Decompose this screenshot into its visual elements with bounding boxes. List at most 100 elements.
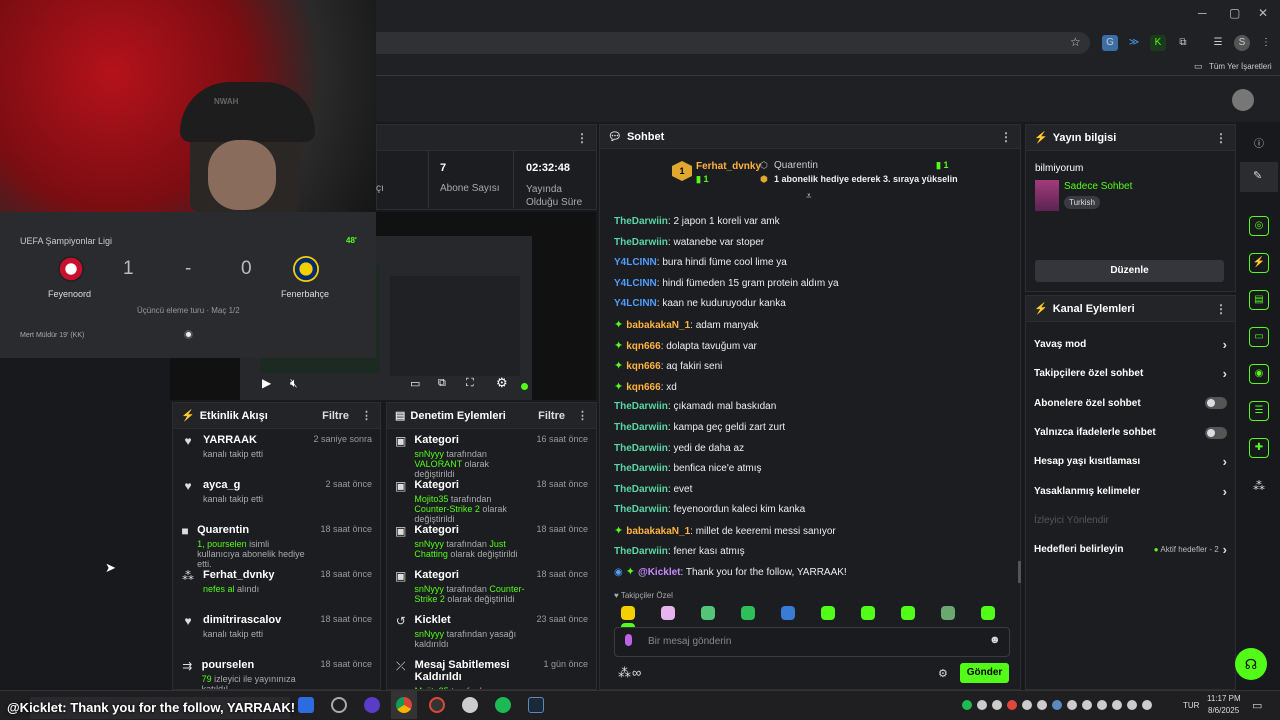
taskbar-steam-icon[interactable] (528, 697, 544, 713)
pencil-icon[interactable]: ✎ (1253, 169, 1262, 182)
emote-icon[interactable] (741, 606, 755, 620)
clock-time[interactable]: 11:17 PM (1207, 694, 1241, 703)
filter-button[interactable]: Filtre (322, 410, 349, 422)
moderation-item[interactable]: ▣ Kategori snNyyy tarafından VALORANT olar… (387, 429, 596, 479)
chat-message[interactable]: Y4LCINN: bura hindi füme cool lime ya (600, 253, 1020, 274)
chat-username[interactable]: TheDarwiin (614, 422, 668, 433)
moderator-name[interactable]: snNyyy (414, 449, 444, 459)
collapse-chevron-icon[interactable]: ⩡ (806, 191, 812, 202)
chat-input[interactable]: Bir mesaj gönderin ☻ (614, 627, 1010, 657)
kick-extension-icon[interactable]: K (1150, 35, 1166, 51)
emote-icon[interactable] (861, 606, 875, 620)
channel-action-item[interactable]: Yasaklanmış kelimeler › (1026, 476, 1235, 505)
layout-icon[interactable]: ☰ (1249, 401, 1269, 421)
chat-username[interactable]: kqn666 (626, 382, 660, 393)
chat-message[interactable]: TheDarwiin: çıkamadı mal baskıdan (600, 397, 1020, 418)
translate-extension-icon[interactable]: G (1102, 35, 1118, 51)
tray-icon[interactable] (1142, 700, 1152, 710)
tray-icon[interactable] (1112, 700, 1122, 710)
notes-icon[interactable]: ▤ (1249, 290, 1269, 310)
browser-menu-icon[interactable]: ⋮ (1258, 35, 1274, 51)
tray-icon[interactable] (1067, 700, 1077, 710)
emote-icon[interactable] (701, 606, 715, 620)
filter-button[interactable]: Filtre (538, 410, 565, 422)
activity-item[interactable]: ♥ ayca_g kanalı takip etti 2 saat önce (173, 474, 380, 519)
extension-icon[interactable]: ≫ (1126, 35, 1142, 51)
maximize-icon[interactable]: ▢ (1229, 6, 1240, 20)
reading-list-icon[interactable]: ☰ (1210, 35, 1226, 51)
edit-button[interactable]: Düzenle (1035, 260, 1224, 282)
more-options-icon[interactable]: ⋮ (361, 409, 372, 422)
more-options-icon[interactable]: ⋮ (1000, 130, 1012, 144)
chat-message[interactable]: ✦ babakakaN_1: millet de keeremi messi sa… (600, 521, 1020, 542)
moderation-item[interactable]: ▣ Kategori Mojito35 tarafından Counter-Str… (387, 474, 596, 524)
profile-avatar[interactable]: S (1234, 35, 1250, 51)
tray-icon[interactable] (1082, 700, 1092, 710)
emote-icon[interactable] (621, 606, 635, 620)
chat-username[interactable]: TheDarwiin (614, 504, 668, 515)
emote-icon[interactable] (901, 606, 915, 620)
moderator-name[interactable]: snNyyy (415, 629, 445, 639)
taskbar-discord-icon[interactable] (364, 697, 380, 713)
language-indicator[interactable]: TUR (1183, 701, 1199, 710)
tray-icon[interactable] (1097, 700, 1107, 710)
chat-message[interactable]: ✦ kqn666: xd (600, 377, 1020, 398)
clock-date[interactable]: 8/6/2025 (1208, 706, 1239, 715)
info-icon[interactable]: ⓘ (1254, 135, 1264, 150)
bolt-icon[interactable]: ⚡ (1249, 253, 1269, 273)
emote-icon[interactable] (981, 606, 995, 620)
mute-icon[interactable]: 🔇︎ (290, 376, 298, 391)
chat-message[interactable]: ◉ ✦ @Kicklet: Thank you for the follow, YA… (600, 562, 1020, 583)
tray-icon[interactable] (977, 700, 987, 710)
chat-message[interactable]: TheDarwiin: yedi de daha az (600, 439, 1020, 460)
tray-icon[interactable] (1037, 700, 1047, 710)
theater-mode-icon[interactable]: ▭ (410, 377, 420, 390)
chat-message[interactable]: TheDarwiin: kampa geç geldi zart zurt (600, 418, 1020, 439)
taskbar-app-icon[interactable] (429, 697, 445, 713)
toggle-switch[interactable] (1205, 397, 1227, 410)
taskbar-spotify-icon[interactable] (495, 697, 511, 713)
chat-scrollbar[interactable] (1018, 561, 1021, 583)
support-button[interactable]: ☊ (1235, 648, 1267, 680)
chat-message[interactable]: Y4LCINN: hindi fümeden 15 gram protein a… (600, 274, 1020, 295)
activity-item[interactable]: ⁂ Ferhat_dvnky nefes al alındı 18 saat önce (173, 564, 380, 609)
microphone-icon[interactable] (625, 634, 632, 646)
activity-item[interactable]: ⇉ pourselen 79 izleyici ile yayınınıza kat… (173, 654, 380, 689)
play-icon[interactable]: ▶ (262, 376, 271, 390)
chat-username[interactable]: TheDarwiin (614, 484, 668, 495)
moderator-name[interactable]: snNyyy (414, 584, 444, 594)
chat-username[interactable]: Y4LCINN (614, 298, 657, 309)
chat-icon[interactable]: ▭ (1249, 327, 1269, 347)
tray-icon[interactable] (992, 700, 1002, 710)
send-button[interactable]: Gönder (960, 663, 1009, 683)
activity-username[interactable]: Ferhat_dvnky (203, 569, 275, 581)
activity-username[interactable]: dimitrirascalov (203, 614, 281, 626)
toggle-switch[interactable] (1205, 426, 1227, 439)
channel-action-item[interactable]: Yavaş mod › (1026, 330, 1235, 359)
chat-message[interactable]: TheDarwiin: evet (600, 480, 1020, 501)
taskbar-app-store-icon[interactable] (298, 697, 314, 713)
chat-message[interactable]: TheDarwiin: benfica nice'e atmış (600, 459, 1020, 480)
emote-icon[interactable] (941, 606, 955, 620)
channel-action-item[interactable]: İzleyici Yönlendir (1026, 506, 1235, 535)
chat-username[interactable]: Y4LCINN (614, 257, 657, 268)
tray-icon[interactable] (962, 700, 972, 710)
category-name[interactable]: Sadece Sohbet (1064, 181, 1132, 192)
extensions-icon[interactable]: ⁂ (1253, 479, 1265, 493)
target-icon[interactable]: ◎ (1249, 216, 1269, 236)
broadcast-icon[interactable]: ◉ (1249, 364, 1269, 384)
moderation-item[interactable]: ▣ Kategori snNyyy tarafından Just Chatting… (387, 519, 596, 564)
more-options-icon[interactable]: ⋮ (1215, 131, 1227, 145)
pip-icon[interactable]: ⧉ (438, 377, 446, 390)
activity-username[interactable]: Quarentin (197, 524, 312, 536)
chat-message[interactable]: ✦ babakakaN_1: adam manyak (600, 315, 1020, 336)
channel-action-item[interactable]: Hedefleri belirleyin ● Aktif hedefler - 2… (1026, 535, 1235, 564)
chat-username[interactable]: TheDarwiin (614, 443, 668, 454)
close-icon[interactable]: ✕ (1258, 6, 1268, 20)
wrench-icon[interactable]: ✚ (1249, 438, 1269, 458)
user-avatar[interactable] (1232, 89, 1254, 111)
chat-message[interactable]: ✦ kqn666: dolapta tavuğum var (600, 336, 1020, 357)
emote-icon[interactable] (781, 606, 795, 620)
more-options-icon[interactable]: ⋮ (576, 131, 588, 145)
chat-username[interactable]: TheDarwiin (614, 216, 668, 227)
